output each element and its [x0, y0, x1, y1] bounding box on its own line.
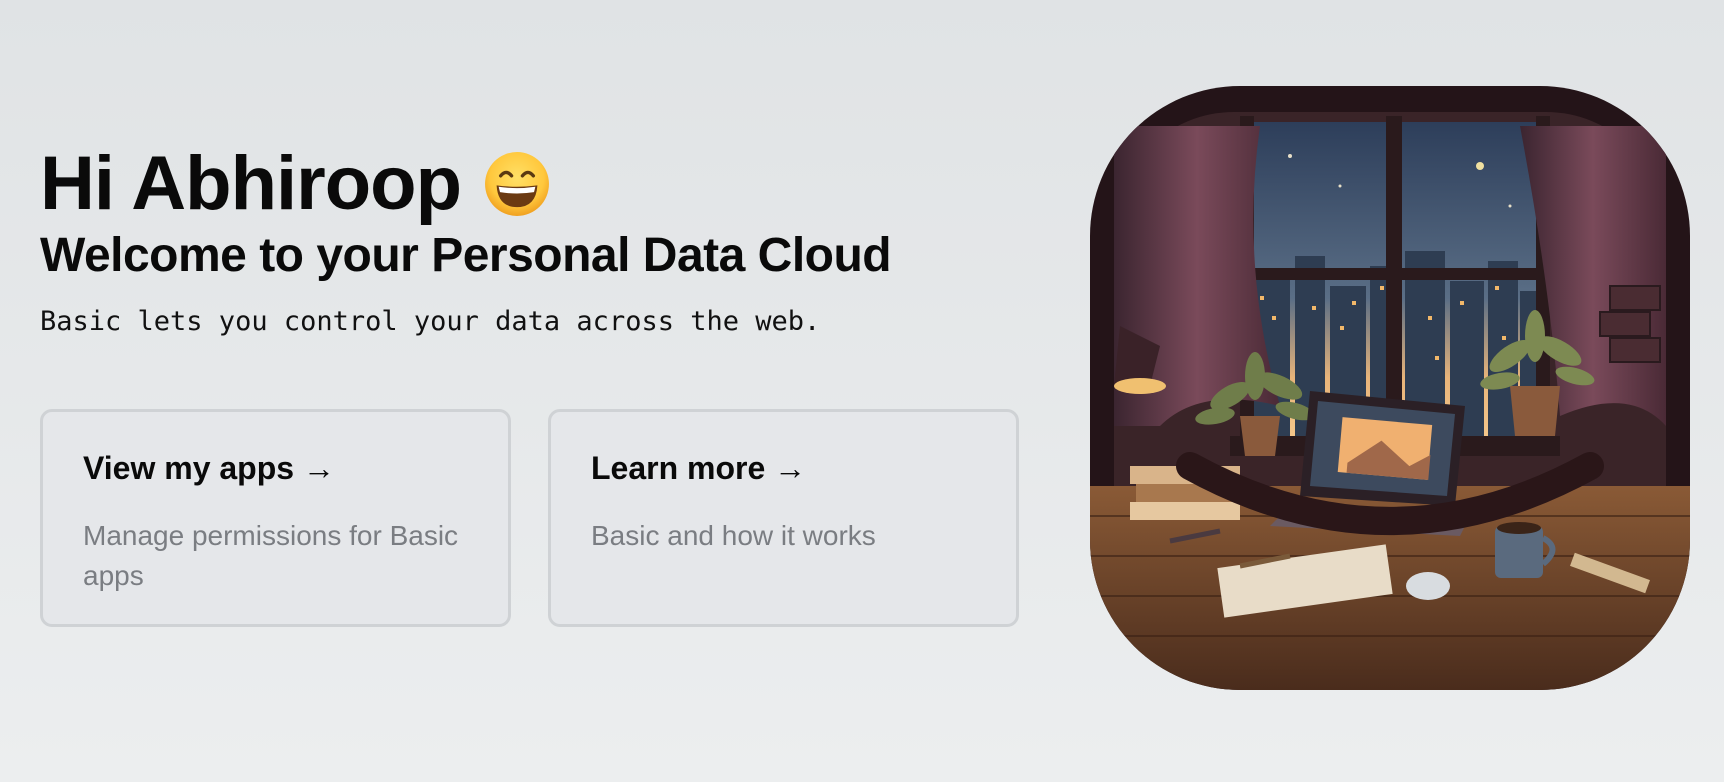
view-apps-description: Manage permissions for Basic apps — [83, 520, 459, 591]
page-subtitle: Welcome to your Personal Data Cloud — [40, 229, 892, 282]
greeting-heading: Hi Abhiroop — [40, 140, 1040, 228]
view-apps-title: View my apps → — [83, 450, 335, 486]
view-apps-card[interactable]: View my apps → Manage permissions for Ba… — [40, 409, 511, 627]
tagline: Basic lets you control your data across … — [40, 306, 821, 337]
learn-more-description: Basic and how it works — [591, 520, 876, 551]
learn-more-title: Learn more → — [591, 450, 807, 486]
grinning-face-icon — [485, 152, 549, 216]
pixel-art-desk-window-illustration — [1090, 86, 1690, 690]
learn-more-card[interactable]: Learn more → Basic and how it works — [548, 409, 1019, 627]
greeting-text: Hi Abhiroop — [40, 141, 462, 226]
hero-section: Hi Abhiroop Welcome to your Personal Dat… — [40, 140, 1040, 337]
